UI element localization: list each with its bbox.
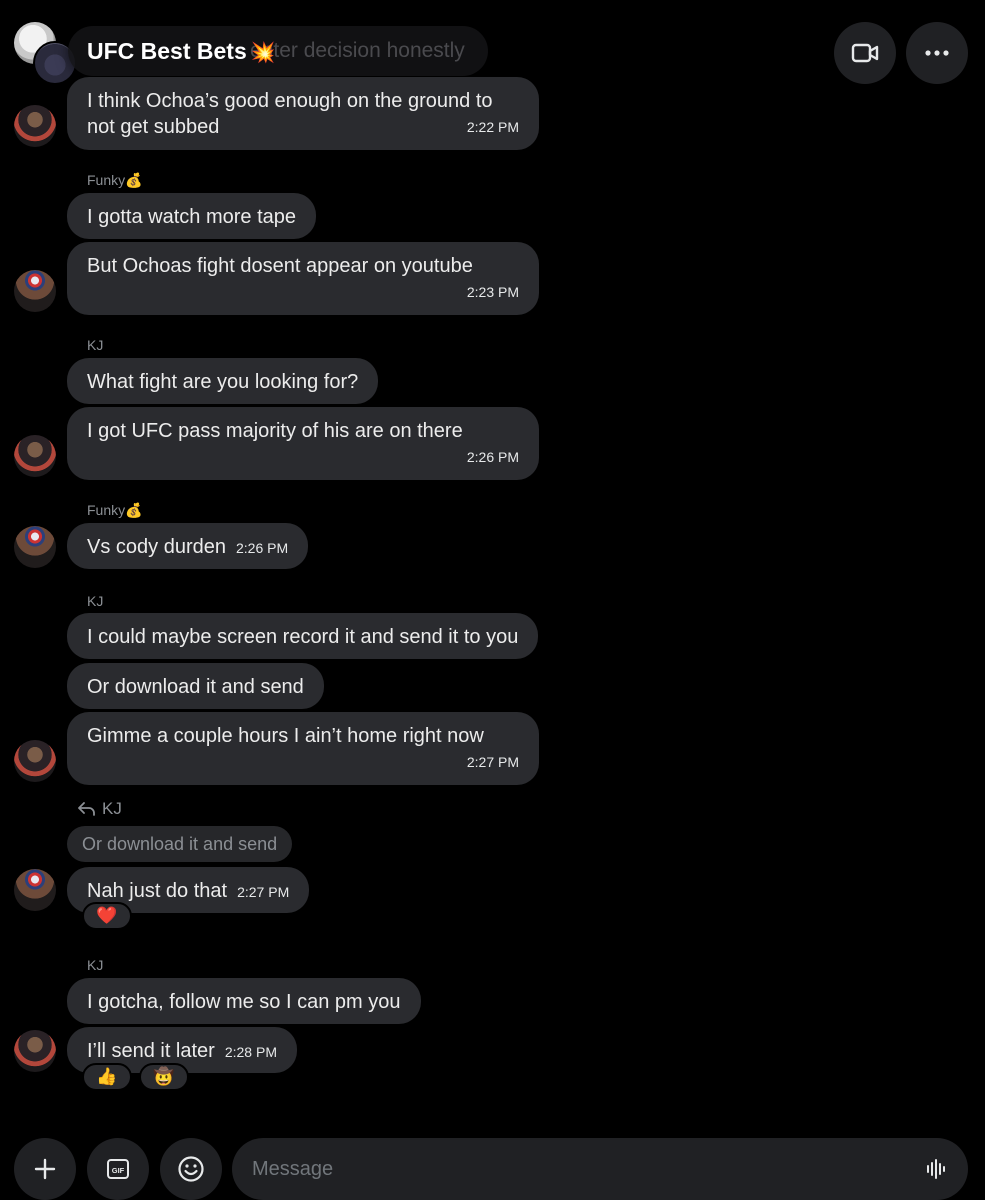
sender-avatar[interactable] xyxy=(14,105,56,147)
sender-avatar[interactable] xyxy=(14,869,56,911)
reply-arrow-icon xyxy=(78,802,95,816)
message-text: I could maybe screen record it and send … xyxy=(87,626,519,648)
message-text: I got UFC pass majority of his are on th… xyxy=(87,420,463,442)
cowboy-emoji: 🤠 xyxy=(153,1067,175,1086)
message-text-line: not get subbed xyxy=(87,116,220,138)
heart-emoji: ❤️ xyxy=(96,906,118,925)
reaction-heart[interactable]: ❤️ xyxy=(82,902,132,930)
sender-name: KJ xyxy=(87,957,104,973)
emoji-button[interactable] xyxy=(160,1138,222,1200)
sender-name: Funky💰 xyxy=(87,502,143,518)
message-bubble[interactable]: I gotcha, follow me so I can pm you xyxy=(67,978,421,1024)
video-camera-icon xyxy=(851,43,879,63)
message-bubble[interactable]: Vs cody durden 2:26 PM xyxy=(67,523,309,569)
message-timestamp: 2:26 PM xyxy=(235,540,289,556)
message-bubble[interactable]: Or download it and send xyxy=(67,663,324,709)
title-emoji: 💥 xyxy=(250,42,276,64)
message-text: But Ochoas fight dosent appear on youtub… xyxy=(87,255,473,277)
message-input[interactable] xyxy=(252,1138,892,1200)
message-timestamp: 2:27 PM xyxy=(466,754,519,770)
conversation-title-text: UFC Best Bets xyxy=(87,38,247,64)
message-text: Vs cody durden xyxy=(87,536,226,558)
sender-avatar[interactable] xyxy=(14,270,56,312)
scrolled-message-preview: enter decision honestly xyxy=(250,39,465,62)
message-bubble[interactable]: I think Ochoa’s good enough on the groun… xyxy=(67,77,539,150)
svg-text:GIF: GIF xyxy=(112,1166,125,1175)
message-timestamp: 2:23 PM xyxy=(466,284,519,300)
message-bubble[interactable]: I could maybe screen record it and send … xyxy=(67,613,539,659)
plus-icon xyxy=(34,1158,56,1180)
more-options-button[interactable] xyxy=(906,22,968,84)
add-attachment-button[interactable] xyxy=(14,1138,76,1200)
message-timestamp: 2:22 PM xyxy=(466,119,519,135)
message-bubble[interactable]: Gimme a couple hours I ain’t home right … xyxy=(67,712,539,785)
reply-header: KJ xyxy=(78,799,122,819)
reaction-cowboy[interactable]: 🤠 xyxy=(139,1063,189,1091)
quoted-message[interactable]: Or download it and send xyxy=(67,826,293,862)
more-horizontal-icon xyxy=(925,50,949,56)
message-text: Gimme a couple hours I ain’t home right … xyxy=(87,725,484,747)
message-text: I gotta watch more tape xyxy=(87,206,297,228)
message-timestamp: 2:26 PM xyxy=(466,449,519,465)
gif-button[interactable]: GIF xyxy=(87,1138,149,1200)
thumbs-up-emoji: 👍 xyxy=(96,1067,118,1086)
sender-avatar[interactable] xyxy=(14,526,56,568)
sender-name: KJ xyxy=(87,337,104,353)
message-text: What fight are you looking for? xyxy=(87,371,359,393)
emoji-icon xyxy=(178,1156,204,1182)
sender-avatar[interactable] xyxy=(14,740,56,782)
sender-avatar[interactable] xyxy=(14,1030,56,1072)
message-text: Nah just do that xyxy=(87,880,228,902)
message-timestamp: 2:27 PM xyxy=(237,884,290,900)
message-timestamp: 2:28 PM xyxy=(224,1044,277,1060)
message-composer xyxy=(232,1138,968,1200)
reply-target-name: KJ xyxy=(102,799,122,818)
message-text: Or download it and send xyxy=(87,676,304,698)
message-text: I gotcha, follow me so I can pm you xyxy=(87,991,401,1013)
sender-avatar[interactable] xyxy=(14,435,56,477)
gif-icon: GIF xyxy=(107,1159,129,1179)
sender-name: KJ xyxy=(87,593,104,609)
message-bubble[interactable]: I got UFC pass majority of his are on th… xyxy=(67,407,539,480)
message-bubble[interactable]: But Ochoas fight dosent appear on youtub… xyxy=(67,242,539,315)
video-call-button[interactable] xyxy=(834,22,896,84)
reaction-thumbs-up[interactable]: 👍 xyxy=(82,1063,132,1091)
message-bubble[interactable]: I gotta watch more tape xyxy=(67,193,317,239)
message-text-line: I think Ochoa’s good enough on the groun… xyxy=(87,90,493,112)
message-text: I’ll send it later xyxy=(87,1040,215,1062)
conversation-title[interactable]: UFC Best Bets 💥 xyxy=(87,38,276,65)
voice-wave-icon[interactable] xyxy=(926,1158,946,1180)
sender-name: Funky💰 xyxy=(87,172,143,188)
message-bubble[interactable]: What fight are you looking for? xyxy=(67,358,379,404)
